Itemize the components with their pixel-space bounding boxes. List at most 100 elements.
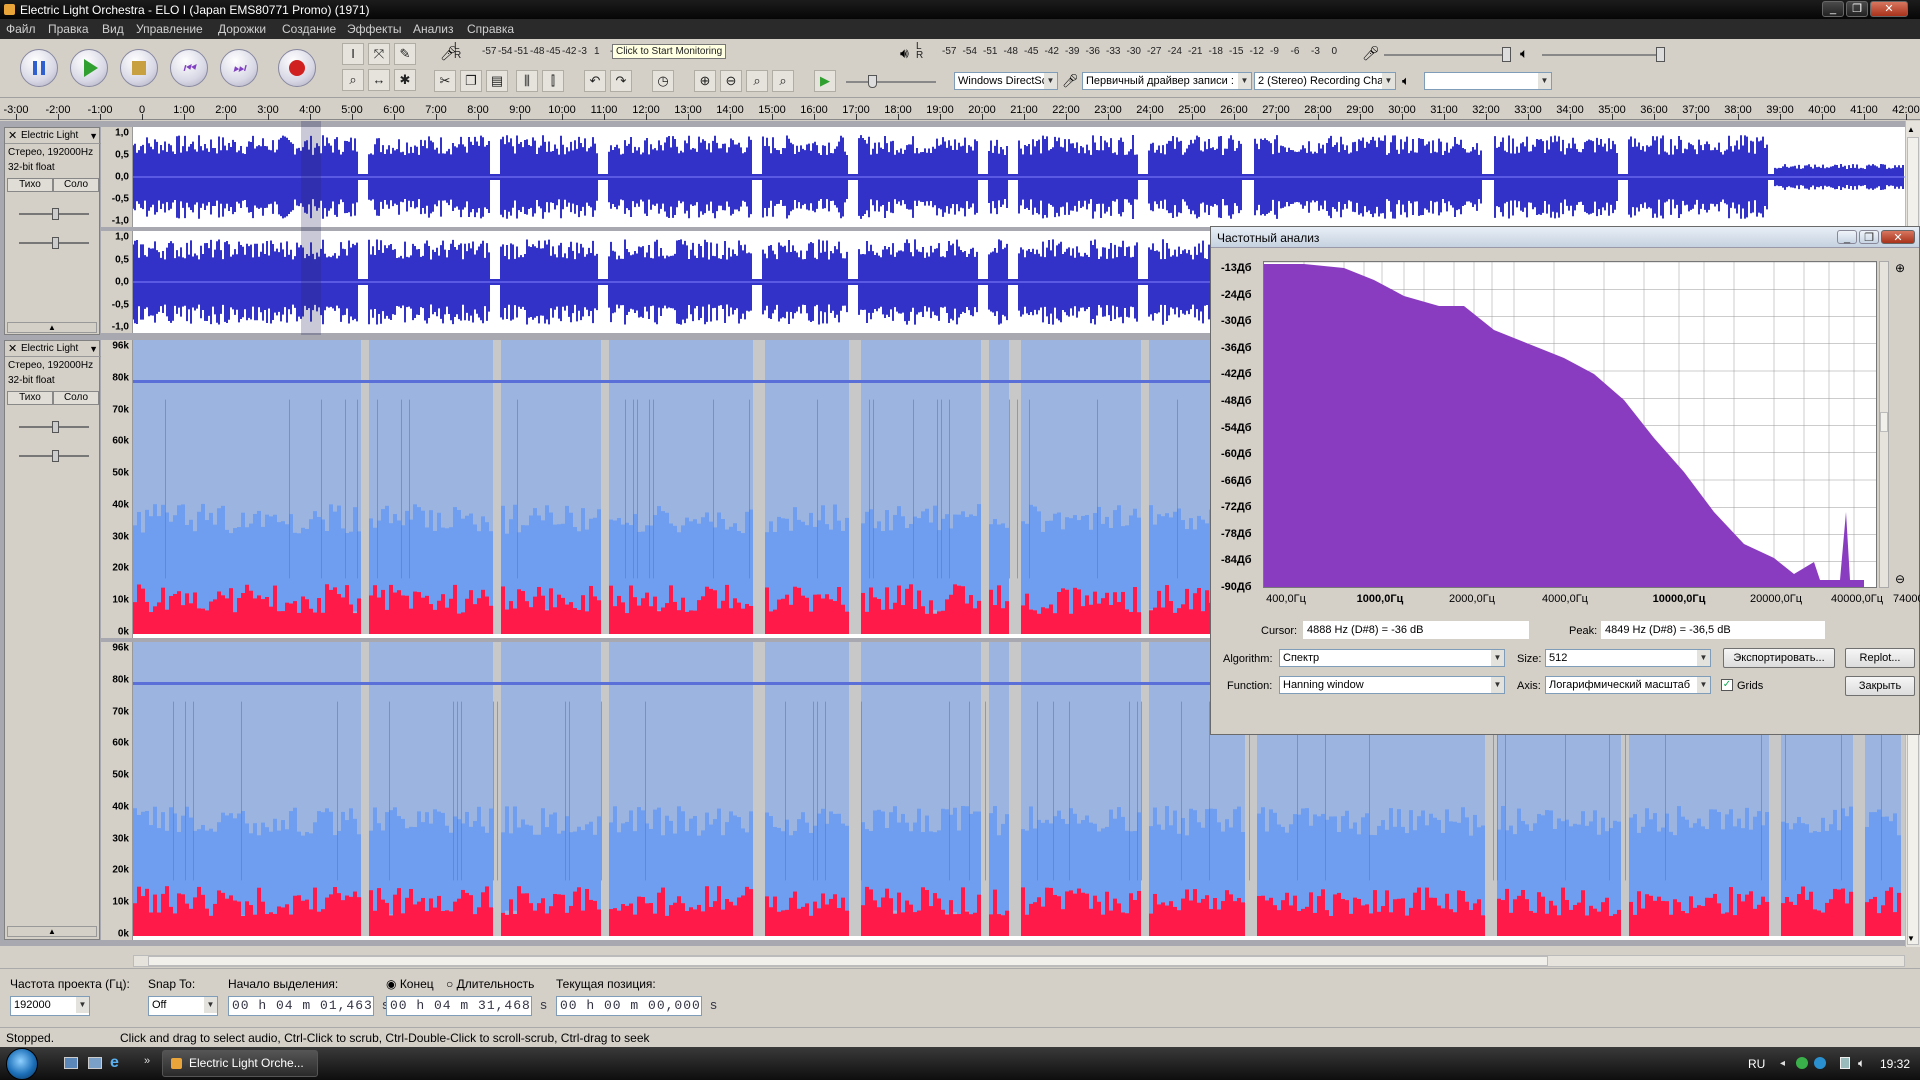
zoom-out-icon[interactable]: ⊖: [1895, 572, 1905, 586]
menu-help[interactable]: Справка: [467, 22, 514, 36]
fit-selection-button[interactable]: ⌕: [746, 70, 768, 92]
paste-button[interactable]: ▤: [486, 70, 508, 92]
draw-tool[interactable]: ✎: [394, 43, 416, 65]
fit-project-button[interactable]: ⌕: [772, 70, 794, 92]
selection-end-field[interactable]: 00 h 04 m 31,468 s: [386, 996, 547, 1016]
sync-lock-button[interactable]: ◷: [652, 70, 674, 92]
menu-view[interactable]: Вид: [102, 22, 124, 36]
menu-transport[interactable]: Управление: [136, 22, 203, 36]
freq-minimize-button[interactable]: _: [1837, 230, 1857, 244]
undo-button[interactable]: ↶: [584, 70, 606, 92]
close-icon[interactable]: ✕: [8, 342, 17, 357]
input-channels-select[interactable]: 2 (Stereo) Recording Chan: [1254, 72, 1396, 90]
selection-start-field[interactable]: 00 h 04 m 01,463 s: [228, 996, 389, 1016]
play-button[interactable]: [70, 49, 108, 87]
size-select[interactable]: 512: [1545, 649, 1711, 667]
menu-effects[interactable]: Эффекты: [347, 22, 402, 36]
algorithm-select[interactable]: Спектр: [1279, 649, 1505, 667]
record-button[interactable]: [278, 49, 316, 87]
collapse-button-1[interactable]: ▲: [7, 322, 97, 333]
track-control-panel-2[interactable]: ✕ Electric Light ▼ Стерео, 192000Hz 32-bit…: [4, 340, 101, 940]
start-button[interactable]: [6, 1048, 38, 1080]
network-icon[interactable]: [1840, 1057, 1850, 1069]
grids-checkbox[interactable]: ✓: [1721, 679, 1733, 691]
skip-start-button[interactable]: ⏮: [170, 49, 208, 87]
pan-slider-2[interactable]: [19, 450, 89, 462]
copy-button[interactable]: ❐: [460, 70, 482, 92]
track-name-2[interactable]: ✕ Electric Light ▼: [5, 341, 101, 357]
axis-select[interactable]: Логарифмический масштаб: [1545, 676, 1711, 694]
function-select[interactable]: Hanning window: [1279, 676, 1505, 694]
tray-status-icon[interactable]: [1796, 1057, 1808, 1069]
gain-slider-2[interactable]: [19, 421, 89, 433]
solo-button-2[interactable]: Соло: [53, 391, 99, 405]
silence-button[interactable]: ⫿: [542, 70, 564, 92]
chevron-down-icon[interactable]: ▼: [89, 342, 98, 357]
envelope-tool[interactable]: ⤧: [368, 43, 390, 65]
length-radio[interactable]: ○ Длительность: [446, 977, 534, 991]
play-at-speed-button[interactable]: ▶: [814, 70, 836, 92]
pause-button[interactable]: [20, 49, 58, 87]
language-indicator[interactable]: RU: [1748, 1057, 1765, 1071]
ie-icon[interactable]: e: [110, 1054, 119, 1072]
menu-analyze[interactable]: Анализ: [413, 22, 454, 36]
replot-button[interactable]: Replot...: [1845, 648, 1915, 668]
menu-file[interactable]: Файл: [6, 22, 36, 36]
selection-tool[interactable]: I: [342, 43, 364, 65]
zoom-in-icon[interactable]: ⊕: [1895, 261, 1905, 275]
zoom-in-button[interactable]: ⊕: [694, 70, 716, 92]
trim-button[interactable]: ⫼: [516, 70, 538, 92]
skip-end-button[interactable]: ⏭: [220, 49, 258, 87]
freq-vertical-scrollbar[interactable]: [1879, 261, 1889, 588]
switch-windows-icon[interactable]: [88, 1057, 102, 1069]
selection-region[interactable]: [301, 121, 321, 335]
mute-button-1[interactable]: Тихо: [7, 178, 53, 192]
taskbar-item-audacity[interactable]: Electric Light Orche...: [162, 1050, 318, 1077]
menu-generate[interactable]: Создание: [282, 22, 336, 36]
tray-chevron-icon[interactable]: ◂: [1780, 1058, 1785, 1069]
audio-host-select[interactable]: Windows DirectSc: [954, 72, 1058, 90]
volume-icon[interactable]: 🔈︎: [1858, 1056, 1865, 1071]
freq-maximize-button[interactable]: ❐: [1859, 230, 1879, 244]
close-dialog-button[interactable]: Закрыть: [1845, 676, 1915, 696]
waveform-channel-left[interactable]: [133, 127, 1905, 227]
cut-button[interactable]: ✂: [434, 70, 456, 92]
pan-slider-1[interactable]: [19, 237, 89, 249]
solo-button-1[interactable]: Соло: [53, 178, 99, 192]
input-device-select[interactable]: Первичный драйвер записи :: [1082, 72, 1252, 90]
project-rate-select[interactable]: 192000: [10, 996, 90, 1016]
tray-sync-icon[interactable]: [1814, 1057, 1826, 1069]
menu-tracks[interactable]: Дорожки: [218, 22, 266, 36]
chevron-right-icon[interactable]: »: [144, 1055, 150, 1067]
minimize-button[interactable]: _: [1822, 1, 1844, 17]
track-control-panel-1[interactable]: ✕ Electric Light ▼ Стерео, 192000Hz 32-bit…: [4, 127, 101, 335]
play-meter-icon[interactable]: 🔊︎: [900, 45, 909, 62]
track-name-1[interactable]: ✕ Electric Light ▼: [5, 128, 101, 144]
close-button[interactable]: ✕: [1870, 1, 1908, 17]
horizontal-scrollbar[interactable]: [133, 955, 1905, 967]
export-button[interactable]: Экспортировать...: [1723, 648, 1835, 668]
play-speed-slider[interactable]: [846, 75, 936, 88]
close-icon[interactable]: ✕: [8, 129, 17, 144]
timeline-ruler[interactable]: -3:00 -2:00 -1:00 0 1:00 2:00 3:00 4:00 5:00 6:00…: [0, 99, 1920, 120]
multi-tool[interactable]: ✱: [394, 69, 416, 91]
spectrum-plot[interactable]: [1263, 261, 1877, 588]
timeshift-tool[interactable]: ↔: [368, 69, 390, 91]
stop-button[interactable]: [120, 49, 158, 87]
audio-position-field[interactable]: 00 h 00 m 00,000 s: [556, 996, 717, 1016]
collapse-button-2[interactable]: ▲: [7, 926, 97, 937]
zoom-out-button[interactable]: ⊖: [720, 70, 742, 92]
mute-button-2[interactable]: Тихо: [7, 391, 53, 405]
zoom-tool[interactable]: ⌕: [342, 69, 364, 91]
show-desktop-icon[interactable]: [64, 1057, 78, 1069]
menu-edit[interactable]: Правка: [48, 22, 89, 36]
freq-close-button[interactable]: ✕: [1881, 230, 1915, 244]
chevron-down-icon[interactable]: ▼: [89, 129, 98, 144]
input-volume-slider[interactable]: [1384, 47, 1511, 62]
snap-select[interactable]: Off: [148, 996, 218, 1016]
output-volume-slider[interactable]: [1542, 47, 1665, 62]
redo-button[interactable]: ↷: [610, 70, 632, 92]
end-radio[interactable]: ◉ Конец: [386, 977, 434, 991]
output-device-select[interactable]: [1424, 72, 1552, 90]
gain-slider-1[interactable]: [19, 208, 89, 220]
